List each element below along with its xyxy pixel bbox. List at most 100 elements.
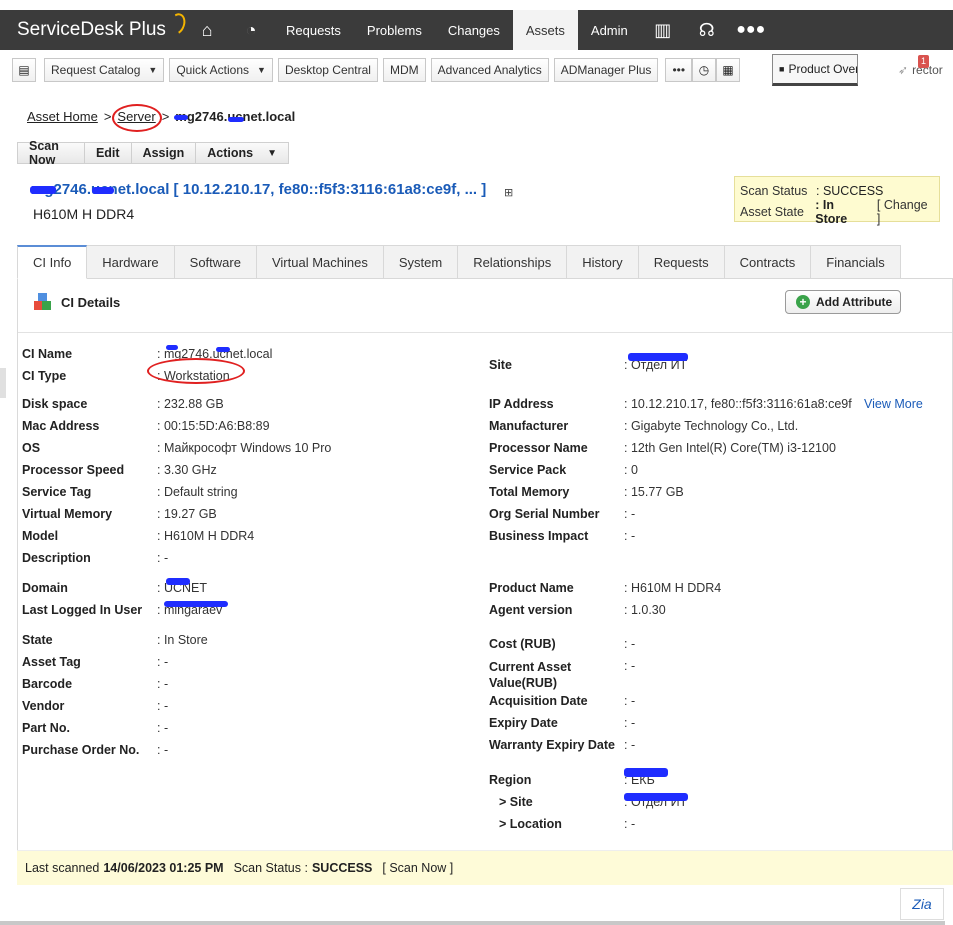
field-value: : - — [624, 716, 636, 730]
breadcrumb-asset-home[interactable]: Asset Home — [27, 109, 98, 124]
field-value: : - — [157, 721, 169, 735]
nav-requests[interactable]: Requests — [273, 10, 354, 50]
field-label: Mac Address — [22, 419, 100, 433]
more-menu-icon[interactable]: ●●● — [729, 10, 773, 50]
footer-scan-now-link[interactable]: [ Scan Now ] — [382, 861, 453, 875]
headset-support-icon[interactable]: ☊ — [685, 10, 729, 50]
tab-ci-info[interactable]: CI Info — [17, 245, 88, 279]
nav-admin[interactable]: Admin — [578, 10, 641, 50]
field-value: : H610M H DDR4 — [624, 581, 722, 595]
request-catalog-dropdown[interactable]: Request Catalog ▼ — [44, 58, 165, 82]
field-value: : 232.88 GB — [157, 397, 224, 411]
new-request-icon[interactable]: ▤ — [12, 58, 36, 82]
field-label: Cost (RUB) — [489, 637, 556, 651]
redaction-scribble — [628, 353, 688, 361]
tab-contracts[interactable]: Contracts — [724, 245, 812, 279]
field-label: Site — [489, 358, 512, 372]
field-label: Last Logged In User — [22, 603, 143, 617]
quick-actions-dropdown[interactable]: Quick Actions ▼ — [169, 58, 273, 82]
field-label: Domain — [22, 581, 68, 595]
field-label: Org Serial Number — [489, 507, 600, 521]
tab-relationships[interactable]: Relationships — [458, 245, 568, 279]
mdm-button[interactable]: MDM — [382, 58, 426, 82]
field-value: : - — [157, 699, 169, 713]
logo-plus-text: Plus — [123, 19, 166, 40]
actions-dropdown[interactable]: Actions ▼ — [196, 143, 288, 163]
view-more-link[interactable]: View More — [864, 397, 923, 411]
field-value: : - — [624, 507, 636, 521]
change-state-link[interactable]: [ Change ] — [877, 198, 934, 226]
redaction-scribble — [624, 793, 688, 801]
edit-button[interactable]: Edit — [85, 143, 132, 163]
chevron-down-icon: ▼ — [267, 147, 277, 159]
field-value: : - — [157, 743, 169, 757]
field-label: Agent version — [489, 603, 573, 617]
redaction-scribble — [624, 768, 668, 777]
field-value: : - — [624, 659, 636, 673]
dashboard-gauge-icon[interactable]: ◔ — [229, 10, 273, 50]
video-camera-icon: ■ — [779, 64, 785, 74]
footer-scan-status-label: Scan Status : — [233, 861, 308, 875]
field-label: Processor Name — [489, 441, 588, 455]
nav-problems[interactable]: Problems — [354, 10, 435, 50]
scan-status-value: : SUCCESS — [816, 183, 884, 198]
field-label: Product Name — [489, 581, 574, 595]
more-toolbar-button[interactable]: ••• — [665, 58, 693, 82]
tab-hardware[interactable]: Hardware — [87, 245, 175, 279]
side-panel-handle[interactable] — [0, 368, 6, 398]
field-label: Manufacturer — [489, 419, 569, 433]
product-overview-button[interactable]: ■Product Overview — [772, 54, 858, 86]
network-topology-icon[interactable]: ⊞ — [504, 186, 513, 199]
notification-badge[interactable]: 1 — [918, 55, 929, 68]
field-value: : Gigabyte Technology Co., Ltd. — [624, 419, 799, 433]
add-attribute-button[interactable]: + Add Attribute — [785, 290, 901, 314]
horizontal-scrollbar[interactable] — [0, 921, 945, 925]
redaction-scribble — [216, 347, 230, 352]
annotation-circle — [112, 104, 162, 132]
request-catalog-label: Request Catalog — [51, 63, 141, 77]
last-scanned-label: Last scanned — [25, 861, 100, 875]
tab-system[interactable]: System — [383, 245, 459, 279]
field-value: : - — [624, 738, 636, 752]
field-value: : 15.77 GB — [624, 485, 684, 499]
reports-chart-icon[interactable]: ▥ — [641, 10, 685, 50]
desktop-central-button[interactable]: Desktop Central — [277, 58, 378, 82]
app-logo[interactable]: ServiceDesk Plus — [17, 10, 189, 41]
notes-clipboard-icon[interactable]: ▦ — [716, 58, 741, 82]
field-value: : 3.30 GHz — [157, 463, 217, 477]
tab-history[interactable]: History — [567, 245, 639, 279]
field-value: : In Store — [157, 633, 208, 647]
admanager-plus-button[interactable]: ADManager Plus — [553, 58, 659, 82]
chevron-down-icon: ▼ — [257, 65, 266, 75]
ci-cubes-icon — [34, 293, 52, 311]
field-value: : 1.0.30 — [624, 603, 666, 617]
ci-model: H610M H DDR4 — [33, 206, 135, 222]
field-value: : Default string — [157, 485, 238, 499]
tab-financials[interactable]: Financials — [811, 245, 901, 279]
field-label: Virtual Memory — [22, 507, 113, 521]
footer-scan-status-value: SUCCESS — [311, 861, 373, 875]
home-icon[interactable]: ⌂ — [185, 10, 229, 50]
assign-button[interactable]: Assign — [132, 143, 197, 163]
history-clock-icon[interactable]: ◷ — [692, 58, 717, 82]
redaction-scribble — [30, 186, 56, 194]
status-box: Scan Status : SUCCESS Asset State : In S… — [734, 176, 940, 226]
field-label: Region — [489, 773, 532, 787]
annotation-circle — [147, 358, 245, 384]
field-label: Barcode — [22, 677, 73, 691]
field-label: Service Tag — [22, 485, 92, 499]
breadcrumb-separator: > — [161, 109, 170, 124]
advanced-analytics-button[interactable]: Advanced Analytics — [430, 58, 549, 82]
field-label: Current Asset Value(RUB) — [489, 660, 572, 690]
nav-assets[interactable]: Assets — [512, 10, 578, 50]
ci-details-heading: CI Details — [34, 293, 120, 311]
scan-now-button[interactable]: Scan Now — [18, 139, 85, 167]
tab-virtual-machines[interactable]: Virtual Machines — [256, 245, 384, 279]
zia-assistant-button[interactable]: Zia — [900, 888, 944, 920]
tab-requests[interactable]: Requests — [638, 245, 725, 279]
nav-changes[interactable]: Changes — [435, 10, 513, 50]
field-label: Part No. — [22, 721, 70, 735]
field-label: CI Name — [22, 347, 73, 361]
field-value: : - — [624, 637, 636, 651]
tab-software[interactable]: Software — [174, 245, 257, 279]
